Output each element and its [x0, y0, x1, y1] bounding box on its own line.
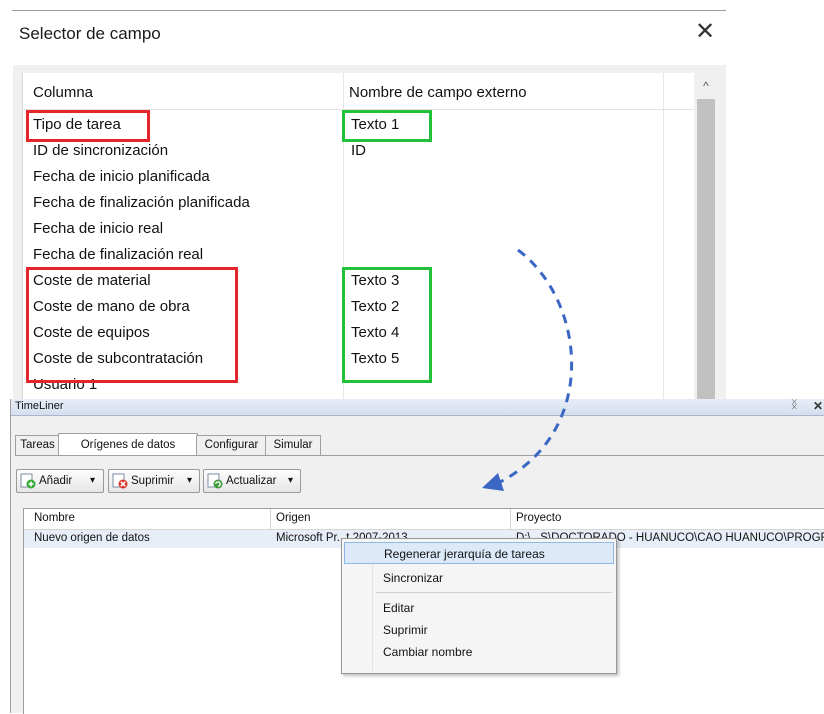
menu-item-label: Suprimir — [383, 623, 428, 637]
menu-item-regenerate-hierarchy[interactable]: Regenerar jerarquía de tareas — [344, 542, 614, 564]
field-selector-dialog: Selector de campo ✕ Columna Nombre de ca… — [0, 0, 726, 400]
timeliner-title: TimeLiner — [15, 400, 64, 412]
close-icon[interactable]: ✕ — [693, 20, 717, 44]
vertical-scrollbar[interactable]: ^ — [694, 73, 718, 400]
row-column-name: ID de sincronización — [33, 142, 169, 159]
tab-configurar[interactable]: Configurar — [196, 435, 267, 455]
grid-row[interactable]: Fecha de inicio planificada — [23, 165, 695, 191]
grid-row[interactable]: ID de sincronización ID — [23, 139, 695, 165]
chevron-down-icon: ▾ — [90, 475, 96, 486]
row-column-name: Fecha de finalización planificada — [33, 194, 250, 211]
column-header-columna[interactable]: Columna — [33, 84, 93, 101]
menu-item-label: Sincronizar — [383, 571, 444, 585]
menu-item-rename[interactable]: Cambiar nombre — [344, 641, 614, 663]
grid-row[interactable]: Fecha de inicio real — [23, 217, 695, 243]
close-icon[interactable]: ✕ — [813, 399, 823, 413]
scroll-up-icon[interactable]: ^ — [694, 73, 718, 99]
grid-row[interactable]: Fecha de finalización real — [23, 243, 695, 269]
row-column-name: Fecha de finalización real — [33, 246, 204, 263]
column-header-external-field[interactable]: Nombre de campo externo — [349, 84, 527, 101]
pin-icon[interactable]: ᛝ — [791, 399, 798, 411]
tab-simular[interactable]: Simular — [265, 435, 321, 455]
scrollbar-thumb[interactable] — [697, 99, 715, 400]
refresh-button-label: Actualizar — [226, 475, 277, 487]
chevron-down-icon: ▾ — [187, 475, 193, 486]
menu-item-edit[interactable]: Editar — [344, 597, 614, 619]
grid-row[interactable]: Fecha de finalización planificada — [23, 191, 695, 217]
menu-item-delete[interactable]: Suprimir — [344, 619, 614, 641]
grid-header: Columna Nombre de campo externo — [23, 73, 695, 110]
delete-button-label: Suprimir — [131, 475, 174, 487]
dialog-title: Selector de campo — [19, 24, 161, 43]
green-highlight-box — [342, 110, 432, 142]
green-highlight-box — [342, 267, 432, 383]
dialog-top-border — [12, 10, 726, 11]
menu-item-label: Editar — [383, 601, 415, 615]
row-column-name: Fecha de inicio planificada — [33, 168, 210, 185]
column-header-origen[interactable]: Origen — [276, 512, 311, 524]
tab-divider — [15, 455, 824, 456]
context-menu: Regenerar jerarquía de tareas Sincroniza… — [341, 538, 617, 674]
menu-item-label: Cambiar nombre — [383, 645, 473, 659]
add-button[interactable]: Añadir ▾ — [16, 469, 104, 493]
chevron-down-icon: ▾ — [288, 475, 294, 486]
delete-source-icon — [112, 473, 128, 489]
red-highlight-box — [26, 110, 150, 142]
menu-item-label: Regenerar jerarquía de tareas — [384, 547, 545, 561]
delete-button[interactable]: Suprimir ▾ — [108, 469, 200, 493]
row-column-name: Fecha de inicio real — [33, 220, 164, 237]
tab-tareas[interactable]: Tareas — [15, 435, 60, 455]
tab-origenes-de-datos[interactable]: Orígenes de datos — [58, 433, 198, 456]
row-name: Nuevo origen de datos — [34, 532, 150, 544]
column-separator — [510, 509, 511, 529]
refresh-source-icon — [207, 473, 223, 489]
refresh-button[interactable]: Actualizar ▾ — [203, 469, 301, 493]
column-separator — [270, 509, 271, 529]
red-highlight-box — [26, 267, 238, 383]
column-header-nombre[interactable]: Nombre — [34, 512, 75, 524]
timeliner-titlebar: TimeLiner ᛝ ✕ — [11, 399, 824, 416]
list-header: Nombre Origen Proyecto — [24, 509, 824, 530]
add-button-label: Añadir — [39, 475, 73, 487]
add-source-icon — [20, 473, 36, 489]
menu-item-synchronize[interactable]: Sincronizar — [344, 567, 614, 589]
column-header-proyecto[interactable]: Proyecto — [516, 512, 561, 524]
menu-separator — [376, 592, 612, 593]
row-external-field[interactable]: ID — [351, 142, 366, 159]
